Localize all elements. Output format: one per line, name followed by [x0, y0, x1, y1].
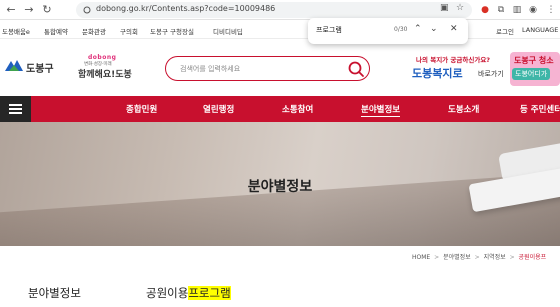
side-menu-title: 분야별정보: [28, 286, 81, 300]
slogan-bottom: 함께해요!도봉: [78, 70, 132, 80]
content-title-plain: 공원이용: [146, 286, 189, 300]
back-icon[interactable]: ←: [4, 3, 18, 17]
main-navigation: 종합민원 열린행정 소통참여 분야별정보 도봉소개 등 주민센터: [0, 96, 560, 122]
promo-banner-title: 도봉구 청소: [514, 56, 554, 65]
breadcrumb-home[interactable]: HOME: [412, 254, 430, 261]
breadcrumb-current[interactable]: 공원이용프: [519, 254, 547, 261]
menu-kebab-icon[interactable]: ⋮: [544, 3, 558, 17]
util-link-council[interactable]: 구의회: [120, 26, 138, 36]
util-link-mayor-office[interactable]: 도봉구 구청장실: [150, 26, 194, 36]
util-link-reservation[interactable]: 통합예약: [44, 26, 68, 36]
nav-item-participation[interactable]: 소통참여: [282, 103, 313, 115]
nav-item-about-dobong[interactable]: 도봉소개: [448, 103, 479, 115]
hero-banner: 분야별정보: [0, 122, 560, 246]
search-box[interactable]: 검색어를 입력하세요: [165, 56, 370, 81]
util-link-dbdb[interactable]: 디비디비딥: [213, 26, 243, 36]
logo-text[interactable]: 도봉구: [26, 60, 54, 75]
reload-icon[interactable]: ↻: [40, 3, 54, 17]
search-placeholder[interactable]: 검색어를 입력하세요: [180, 64, 240, 74]
welfare-banner-title: 도봉복지로: [412, 67, 463, 80]
content-title: 공원이용프로그램: [146, 285, 231, 301]
find-input[interactable]: 프로그램: [316, 25, 342, 35]
page-action-icon[interactable]: ▣: [440, 3, 449, 13]
welfare-banner[interactable]: 나의 복지가 궁금하신가요? 도봉복지로 바로가기: [408, 52, 506, 86]
breadcrumb-separator: >: [474, 254, 480, 261]
welfare-banner-question: 나의 복지가 궁금하신가요?: [416, 56, 491, 64]
breadcrumb-separator: >: [434, 254, 440, 261]
extension-icon[interactable]: ●: [478, 3, 492, 17]
content-title-highlight: 프로그램: [188, 286, 231, 300]
utility-bar: 도봉배움e 통합예약 문화관광 구의회 도봉구 구청장실 디비디비딥 로그인 L…: [0, 21, 560, 39]
slogan-logo: dobong 변화·성장·미래 함께해요!도봉: [76, 54, 136, 84]
find-previous-icon[interactable]: ⌃: [414, 24, 422, 34]
breadcrumb-separator: >: [509, 254, 515, 261]
bookmark-star-icon[interactable]: ☆: [456, 3, 464, 13]
profile-avatar-icon[interactable]: ◉: [526, 3, 540, 17]
url-text: dobong.go.kr/Contents.asp?code=10009486: [96, 4, 276, 13]
side-panel-icon[interactable]: ▥: [510, 3, 524, 17]
site-header: 도봉구 dobong 변화·성장·미래 함께해요!도봉 검색어를 입력하세요 나…: [0, 40, 560, 95]
promo-banner-sub: 도봉어디가: [512, 68, 551, 80]
site-info-icon[interactable]: [83, 6, 91, 14]
extensions-puzzle-icon[interactable]: ⧉: [494, 3, 508, 17]
forward-icon[interactable]: →: [22, 3, 36, 17]
slogan-top: dobong: [88, 54, 117, 61]
find-count: 0/30: [394, 26, 408, 33]
nav-item-field-info[interactable]: 분야별정보: [361, 103, 401, 117]
find-close-icon[interactable]: ✕: [450, 24, 458, 34]
dobong-logo-icon[interactable]: [4, 57, 24, 73]
menu-hamburger-icon[interactable]: [0, 96, 31, 122]
login-link[interactable]: 로그인: [496, 26, 514, 36]
util-link-tourism[interactable]: 문화관광: [82, 26, 106, 36]
hero-title: 분야별정보: [247, 179, 313, 195]
find-in-page-bar: 프로그램 0/30 ⌃ ⌄ ✕: [308, 18, 468, 44]
find-next-icon[interactable]: ⌄: [430, 24, 438, 34]
welfare-banner-link: 바로가기: [478, 70, 504, 78]
breadcrumb: HOME > 분야별정보 > 지역정보 > 공원이용프: [412, 252, 546, 264]
browser-toolbar: ← → ↻ dobong.go.kr/Contents.asp?code=100…: [0, 0, 560, 20]
promo-banner[interactable]: 도봉구 청소 도봉어디가: [510, 52, 560, 86]
util-link-learning[interactable]: 도봉배움e: [2, 26, 30, 36]
language-link[interactable]: LANGUAGE: [522, 26, 558, 34]
nav-item-civil-service[interactable]: 종합민원: [126, 103, 157, 115]
nav-item-open-admin[interactable]: 열린행정: [203, 103, 234, 115]
address-bar[interactable]: dobong.go.kr/Contents.asp?code=10009486 …: [76, 2, 472, 18]
breadcrumb-region-info[interactable]: 지역정보: [484, 254, 506, 261]
search-icon[interactable]: [347, 60, 365, 78]
breadcrumb-field-info[interactable]: 분야별정보: [443, 254, 471, 261]
nav-item-community-center[interactable]: 등 주민센터: [520, 103, 560, 115]
